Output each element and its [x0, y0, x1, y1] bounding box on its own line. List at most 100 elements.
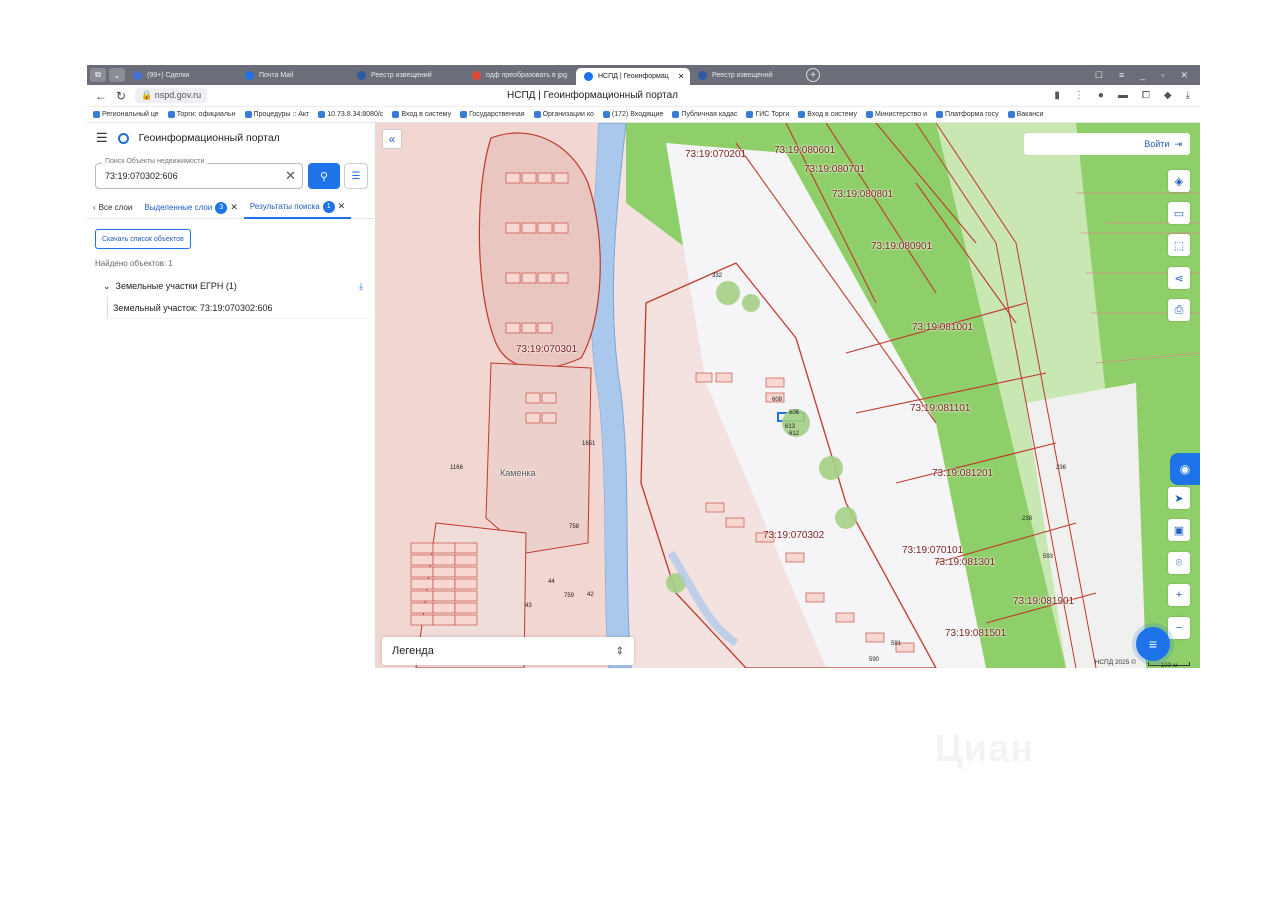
minimize-icon[interactable]: _ [1140, 70, 1145, 81]
browser-tab[interactable]: Реестр извещений [349, 65, 464, 85]
bookmark-item[interactable]: Вход в систему [798, 111, 857, 118]
share-button[interactable]: ⋖ [1168, 267, 1190, 289]
extension-icon[interactable]: ▬ [1118, 90, 1128, 101]
legend-panel[interactable]: Легенда ⇕ [382, 637, 634, 665]
tab-favicon-icon [133, 70, 142, 80]
tab-selected-layers[interactable]: Выделенные слои 3 ✕ [138, 197, 244, 219]
bookmark-item[interactable]: Государственная [460, 111, 525, 118]
bookmark-item[interactable]: Ваканси [1007, 111, 1044, 118]
close-tab-icon[interactable]: ✕ [230, 202, 238, 213]
menu-icon[interactable]: ≡ [1119, 70, 1124, 81]
more-icon[interactable]: ⋮ [1074, 90, 1084, 101]
extension-icon[interactable]: ◆ [1164, 90, 1172, 101]
bookmark-item[interactable]: (172) Входящие [602, 111, 663, 118]
login-button[interactable]: Войти ⇥ [1024, 133, 1190, 155]
browser-tab-active[interactable]: НСПД | Геоинформац ✕ [576, 68, 690, 85]
bookmark-item[interactable]: Региональный це [93, 111, 159, 118]
bookmark-favicon-icon [244, 111, 252, 118]
new-tab-button[interactable]: + [802, 65, 824, 85]
tab-dropdown-button[interactable]: ⌄ [109, 68, 125, 82]
chat-button[interactable]: ≡ [1136, 627, 1170, 661]
browser-tab[interactable]: (99+) Сделки [125, 65, 237, 85]
count-badge: 1 [322, 200, 335, 213]
count-badge: 3 [215, 201, 228, 214]
close-tab-icon[interactable]: ✕ [678, 72, 685, 81]
area-select-button[interactable]: ⬚ [1168, 234, 1190, 256]
print-button[interactable]: ⎙ [1168, 299, 1190, 321]
url-field[interactable]: 🔒 nspd.gov.ru [135, 88, 208, 103]
parcel-number: 593 [1043, 554, 1054, 560]
bookmark-label: Организации ко [542, 111, 594, 118]
cadastral-label: 73:19:070301 [516, 344, 578, 355]
search-button[interactable]: ⚲ [308, 163, 340, 189]
download-list-button[interactable]: Скачать список объектов [95, 229, 191, 249]
bookmark-label: Платформа госу [945, 111, 999, 118]
bookmark-item[interactable]: ГИС Торги [746, 111, 789, 118]
browser-tab[interactable]: Реестр извещений [690, 65, 802, 85]
bookmark-label: Вход в систему [807, 111, 858, 118]
hamburger-menu-icon[interactable]: ☰ [96, 130, 108, 146]
tab-menu-button[interactable]: ⧉ [90, 68, 106, 82]
locate-button[interactable]: ➤ [1168, 487, 1190, 509]
bookmark-item[interactable]: Организации ко [533, 111, 594, 118]
chevron-updown-icon: ⇕ [615, 645, 624, 657]
cadastral-label: 73:19:070101 [902, 545, 964, 556]
screenshot-icon[interactable]: ☐ [1095, 70, 1103, 81]
extension-icon[interactable]: ● [1098, 90, 1104, 101]
search-field[interactable]: Поиск Объекты недвижимости 73:19:070302:… [95, 158, 303, 189]
collapse-panel-button[interactable]: « [382, 129, 402, 149]
extension-icon[interactable]: ⧠ [1142, 90, 1150, 101]
tab-all-layers[interactable]: ‹ Все слои [87, 197, 138, 219]
url-text: nspd.gov.ru [154, 90, 202, 100]
measure-button[interactable]: ▭ [1168, 202, 1190, 224]
parcel-number: 612 [789, 431, 800, 437]
bookmark-item[interactable]: Министерство и [866, 111, 927, 118]
cadastral-label: 73:19:081001 [912, 322, 974, 333]
parcel-number: 238 [1022, 516, 1033, 522]
bookmark-label: Торги: официальн [176, 111, 236, 118]
bookmark-item[interactable]: Вход в систему [392, 111, 451, 118]
bookmark-item[interactable]: Торги: официальн [167, 111, 236, 118]
minimap-button[interactable]: ▣ [1168, 519, 1190, 541]
bookmark-icon[interactable]: ▮ [1054, 90, 1060, 101]
tab-search-results[interactable]: Результаты поиска 1 ✕ [243, 197, 352, 219]
browser-tab[interactable]: пдф преобразовать в jpg [464, 65, 576, 85]
layers-button[interactable]: ◈ [1168, 170, 1190, 192]
tab-label: Реестр извещений [712, 71, 773, 79]
parcel-number: 42 [587, 592, 594, 598]
bookmark-favicon-icon [602, 111, 610, 118]
search-input[interactable]: 73:19:070302:606 [105, 171, 178, 181]
close-window-icon[interactable]: ✕ [1180, 70, 1188, 81]
close-tab-icon[interactable]: ✕ [338, 201, 346, 212]
bookmark-item[interactable]: Платформа госу [936, 111, 999, 118]
bookmark-favicon-icon [866, 111, 874, 118]
result-item[interactable]: Земельный участок: 73:19:070302:606 [107, 297, 369, 319]
zoom-in-button[interactable]: + [1168, 584, 1190, 606]
share-icon: ⋖ [1174, 272, 1184, 285]
bookmark-item[interactable]: Процедуры :: Акт [244, 111, 309, 118]
bookmarks-bar: Региональный це Торги: официальн Процеду… [87, 107, 1200, 123]
tab-label: Выделенные слои [144, 203, 213, 212]
filter-button[interactable]: ☰ [344, 163, 368, 189]
location-search-button[interactable]: ⌾ [1168, 552, 1190, 574]
bookmark-item[interactable]: 10.73.8.34:8080/c [318, 111, 383, 118]
restore-icon[interactable]: ▫ [1161, 70, 1164, 81]
parcel-number: 1651 [582, 441, 596, 447]
download-icon[interactable]: ⤓ [1186, 90, 1190, 101]
parcel-number: 44 [548, 579, 555, 585]
browser-tab[interactable]: Почта Mail [237, 65, 349, 85]
bookmark-favicon-icon [672, 111, 680, 118]
map-view[interactable]: 73:19:070201 73:19:080601 73:19:080701 7… [376, 123, 1200, 668]
zoom-out-button[interactable]: − [1168, 617, 1190, 639]
bookmark-item[interactable]: Публичная кадас [672, 111, 737, 118]
address-bar: ← ↻ 🔒 nspd.gov.ru НСПД | Геоинформационн… [87, 85, 1200, 107]
browser-window: ⧉ ⌄ (99+) Сделки Почта Mail Реестр извещ… [87, 65, 1200, 668]
side-assistant-tab[interactable]: ◉ [1170, 453, 1200, 485]
bookmark-favicon-icon [392, 111, 400, 118]
reload-icon[interactable]: ↻ [111, 89, 131, 103]
download-icon[interactable]: ⤓ [359, 281, 363, 292]
result-group-header[interactable]: ⌄ Земельные участки ЕГРН (1) ⤓ [103, 278, 363, 294]
cadastral-label: 73:19:080601 [774, 145, 836, 156]
back-icon[interactable]: ← [91, 89, 111, 103]
clear-search-icon[interactable]: ✕ [285, 168, 296, 184]
